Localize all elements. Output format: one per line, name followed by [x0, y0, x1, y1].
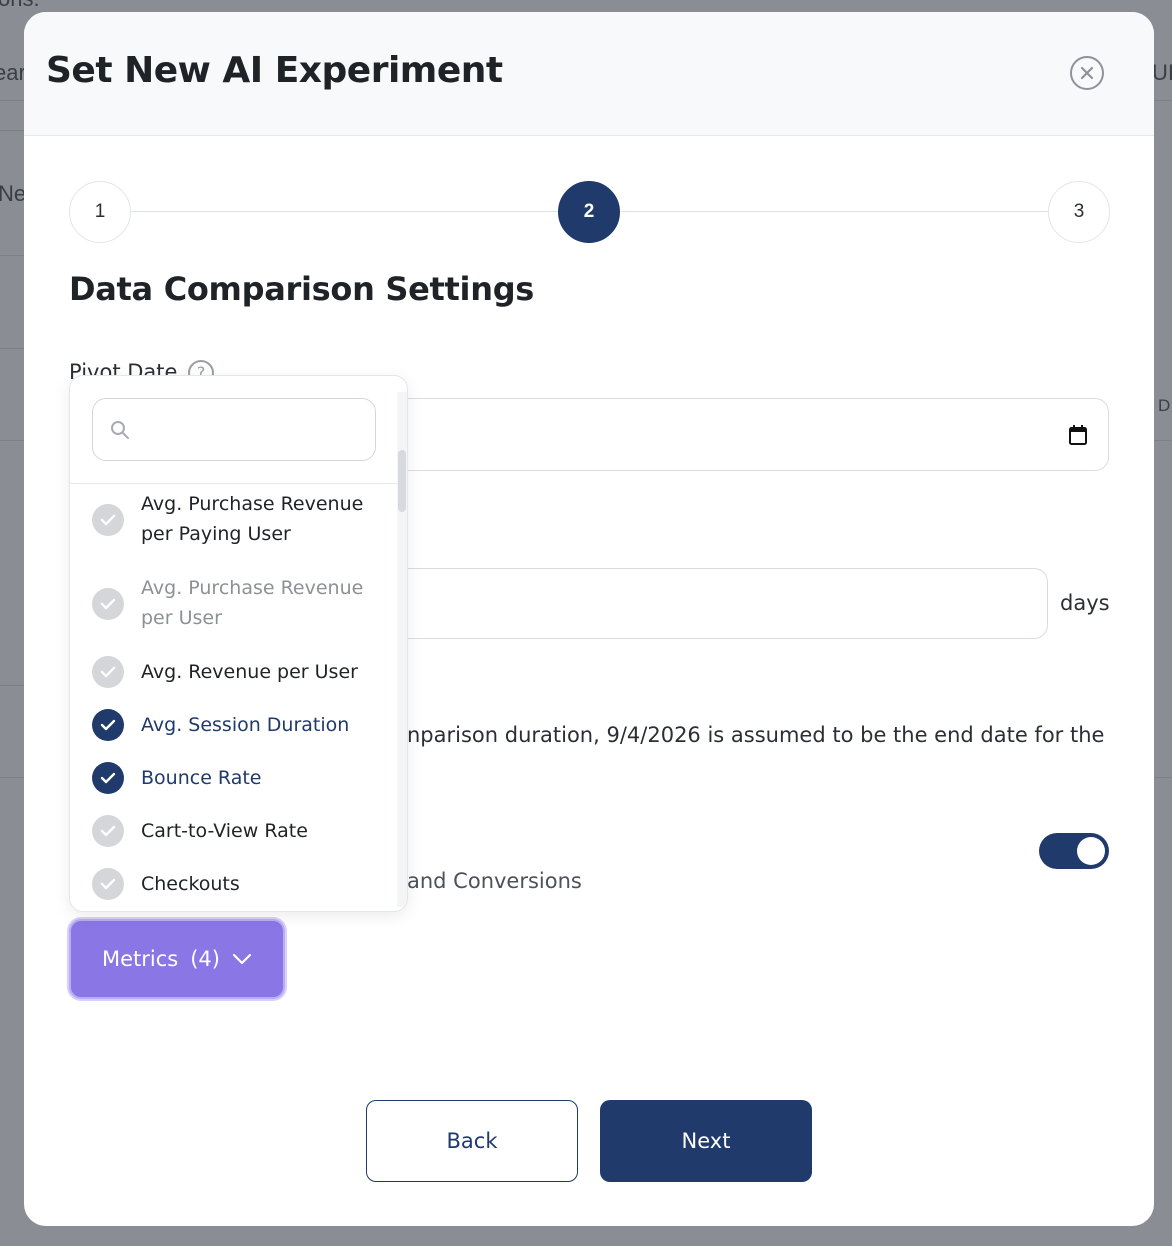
metric-option-label: Avg. Purchase Revenue per Paying User	[141, 493, 364, 545]
background-text: D	[1158, 396, 1171, 415]
stepper-connector	[131, 211, 559, 212]
dropdown-scrollbar[interactable]	[397, 392, 407, 907]
check-icon	[92, 815, 124, 847]
metric-option[interactable]: Avg. Revenue per User	[70, 652, 396, 692]
background-divider	[0, 255, 24, 256]
back-button[interactable]: Back	[366, 1100, 578, 1182]
conversions-toggle[interactable]	[1039, 833, 1109, 869]
metrics-dropdown-button[interactable]: Metrics (4)	[69, 919, 285, 999]
close-button[interactable]	[1070, 56, 1104, 90]
metrics-label: Metrics	[102, 947, 179, 971]
metric-option[interactable]: Checkouts	[70, 864, 396, 904]
background-divider	[0, 440, 24, 441]
metrics-count: (4)	[190, 947, 220, 971]
modal-title: Set New AI Experiment	[46, 50, 503, 91]
metrics-dropdown: Avg. Purchase Revenue per Paying User Av…	[69, 375, 408, 912]
metric-option-label: Avg. Session Duration	[141, 714, 350, 736]
section-title: Data Comparison Settings	[69, 270, 535, 308]
days-suffix: days	[1060, 591, 1110, 615]
experiment-modal: Set New AI Experiment 1 2 3 Data Compari…	[24, 12, 1154, 1226]
metric-option[interactable]: Avg. Purchase Revenue per Paying User	[70, 484, 396, 558]
metric-option-label: Bounce Rate	[141, 767, 262, 789]
background-divider	[0, 348, 24, 349]
toggle-knob	[1077, 837, 1105, 865]
background-text: UI	[1152, 60, 1172, 85]
metric-option-label: Checkouts	[141, 873, 240, 895]
background-divider	[0, 777, 24, 778]
calendar-icon[interactable]	[1068, 424, 1088, 446]
next-button[interactable]: Next	[600, 1100, 812, 1182]
metrics-search-input[interactable]	[92, 398, 376, 461]
metric-option[interactable]: Avg. Purchase Revenue per User	[70, 568, 396, 642]
metric-option-label: Cart-to-View Rate	[141, 820, 308, 842]
background-text: ons.	[0, 0, 40, 12]
check-icon	[92, 588, 124, 620]
background-divider	[0, 130, 24, 131]
check-icon	[92, 868, 124, 900]
background-divider	[1154, 100, 1172, 101]
check-icon	[92, 709, 124, 741]
background-text: ear	[0, 60, 26, 85]
background-divider	[0, 100, 24, 101]
chevron-down-icon	[232, 953, 252, 965]
close-icon	[1080, 66, 1094, 80]
step-1[interactable]: 1	[69, 181, 131, 243]
stepper: 1 2 3	[69, 181, 1110, 243]
metric-option-label: Avg. Revenue per User	[141, 661, 358, 683]
modal-header: Set New AI Experiment	[24, 12, 1154, 136]
check-icon	[92, 656, 124, 688]
metric-option[interactable]: Avg. Session Duration	[70, 705, 396, 745]
background-divider	[1154, 440, 1172, 441]
check-icon	[92, 504, 124, 536]
metric-option-label: Avg. Purchase Revenue per User	[141, 577, 364, 629]
step-2[interactable]: 2	[558, 181, 620, 243]
metric-option[interactable]: Bounce Rate	[70, 758, 396, 798]
background-text: Ne	[0, 181, 27, 206]
background-divider	[1154, 777, 1172, 778]
scrollbar-thumb[interactable]	[398, 450, 406, 512]
background-divider	[0, 685, 24, 686]
step-3[interactable]: 3	[1048, 181, 1110, 243]
stepper-connector	[621, 211, 1049, 212]
search-icon	[111, 421, 129, 439]
metric-option[interactable]: Cart-to-View Rate	[70, 811, 396, 851]
check-icon	[92, 762, 124, 794]
